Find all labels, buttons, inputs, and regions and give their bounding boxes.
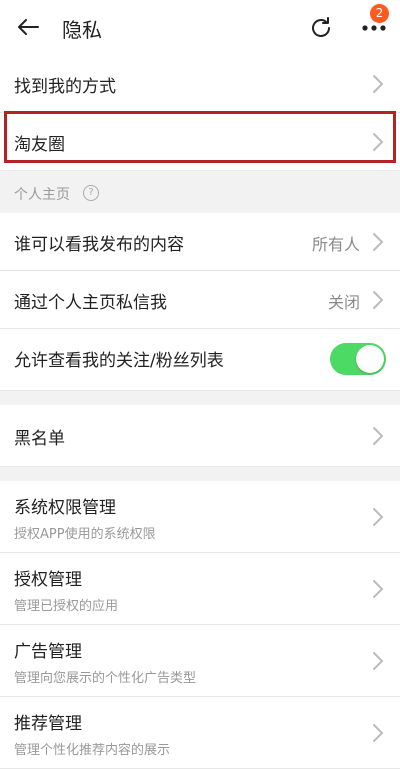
chevron-right-icon	[373, 233, 384, 251]
allow-follow-list-row: 允许查看我的关注/粉丝列表	[0, 329, 400, 391]
chevron-right-icon	[373, 724, 384, 742]
section-title: 个人主页	[14, 187, 70, 203]
chevron-right-icon	[373, 75, 384, 93]
recommend-management-sub: 管理个性化推荐内容的展示	[14, 743, 171, 758]
pm-via-profile-row[interactable]: 通过个人主页私信我 关闭	[0, 271, 400, 329]
section-gap	[0, 467, 400, 481]
blacklist-row[interactable]: 黑名单	[0, 405, 400, 467]
chevron-right-icon	[373, 133, 384, 151]
help-icon[interactable]: ?	[83, 185, 99, 201]
who-can-see-value: 所有人	[311, 235, 360, 254]
ad-management-label: 广告管理	[14, 642, 82, 662]
personal-section-header: 个人主页 ?	[0, 171, 400, 213]
chevron-right-icon	[373, 427, 384, 445]
ad-management-sub: 管理向您展示的个性化广告类型	[14, 671, 197, 686]
pm-via-profile-label: 通过个人主页私信我	[14, 293, 167, 313]
taoyouquan-row[interactable]: 淘友圈	[0, 113, 400, 171]
recommend-management-row[interactable]: 推荐管理 管理个性化推荐内容的展示	[0, 697, 400, 769]
notification-badge: 2	[370, 4, 389, 23]
blacklist-label: 黑名单	[14, 429, 65, 449]
back-button[interactable]	[14, 13, 42, 41]
chevron-right-icon	[373, 291, 384, 309]
refresh-button[interactable]	[306, 13, 336, 43]
chevron-right-icon	[373, 652, 384, 670]
refresh-icon	[312, 17, 330, 37]
allow-follow-list-label: 允许查看我的关注/粉丝列表	[14, 351, 224, 371]
page-title: 隐私	[62, 18, 102, 42]
who-can-see-row[interactable]: 谁可以看我发布的内容 所有人	[0, 213, 400, 271]
find-me-row[interactable]: 找到我的方式	[0, 55, 400, 113]
authorization-label: 授权管理	[14, 570, 82, 590]
ad-management-row[interactable]: 广告管理 管理向您展示的个性化广告类型	[0, 625, 400, 697]
authorization-row[interactable]: 授权管理 管理已授权的应用	[0, 553, 400, 625]
more-dots-icon	[362, 25, 386, 31]
system-permission-row[interactable]: 系统权限管理 授权APP使用的系统权限	[0, 481, 400, 553]
system-permission-label: 系统权限管理	[14, 498, 116, 518]
find-me-label: 找到我的方式	[14, 77, 116, 97]
recommend-management-label: 推荐管理	[14, 714, 82, 734]
toggle-knob	[356, 345, 384, 373]
authorization-sub: 管理已授权的应用	[14, 599, 119, 614]
pm-via-profile-value: 关闭	[327, 293, 360, 312]
section-gap	[0, 391, 400, 405]
allow-follow-list-toggle[interactable]	[330, 343, 386, 375]
taoyouquan-label: 淘友圈	[14, 135, 65, 155]
system-permission-sub: 授权APP使用的系统权限	[14, 527, 156, 542]
chevron-right-icon	[373, 580, 384, 598]
who-can-see-label: 谁可以看我发布的内容	[14, 235, 184, 255]
chevron-right-icon	[373, 508, 384, 526]
arrow-left-icon	[18, 19, 39, 35]
app-header: 隐私 2	[0, 0, 400, 55]
